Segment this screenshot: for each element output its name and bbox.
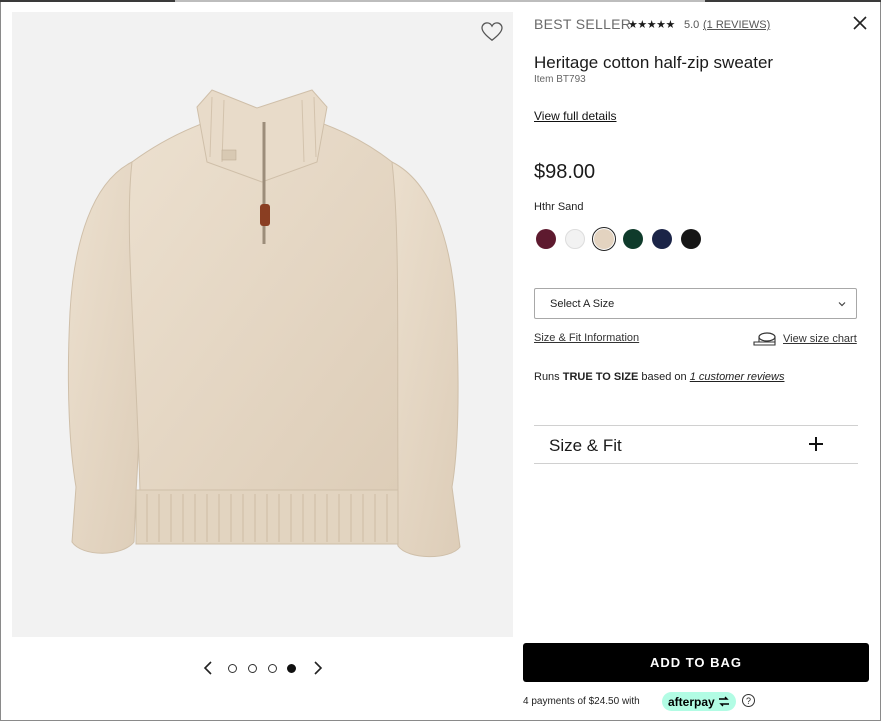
fit-summary: Runs TRUE TO SIZE based on 1 customer re… [534, 371, 784, 383]
gallery-dot-1[interactable] [228, 664, 237, 673]
rating-value: 5.0 [684, 19, 700, 31]
size-select-label: Select A Size [550, 298, 615, 310]
chevron-down-icon [838, 302, 846, 307]
gallery-dot-4[interactable] [287, 664, 296, 673]
size-select[interactable]: Select A Size [534, 288, 857, 319]
afterpay-arrows-icon [719, 696, 729, 707]
measuring-tape-icon [753, 332, 776, 346]
fit-summary-prefix: Runs [534, 371, 563, 383]
product-image [12, 12, 513, 637]
selected-color-name: Hthr Sand [534, 201, 584, 213]
next-image-arrow-icon[interactable] [311, 660, 325, 676]
swatch-green[interactable] [623, 229, 643, 249]
best-seller-badge: BEST SELLER [534, 16, 632, 32]
top-strip-highlight [175, 0, 705, 2]
size-fit-accordion-label: Size & Fit [549, 436, 622, 455]
swatch-sand[interactable] [592, 227, 616, 251]
item-number: Item BT793 [534, 74, 586, 85]
gallery-dot-3[interactable] [268, 664, 277, 673]
fit-summary-mid: based on [638, 371, 690, 383]
rating-stars-icon: ★★★★★ [628, 19, 675, 31]
add-to-bag-button[interactable]: ADD TO BAG [523, 643, 869, 682]
top-strip [0, 0, 881, 2]
help-icon[interactable]: ? [742, 694, 755, 707]
product-price: $98.00 [534, 161, 596, 183]
product-title: Heritage cotton half-zip sweater [534, 53, 774, 72]
swatch-black[interactable] [681, 229, 701, 249]
view-size-chart-label: View size chart [783, 333, 857, 345]
wishlist-heart-icon[interactable] [481, 22, 503, 42]
fit-summary-true-to-size: TRUE TO SIZE [562, 371, 639, 383]
customer-reviews-link[interactable]: 1 customer reviews [690, 371, 785, 383]
plus-icon [809, 437, 823, 451]
afterpay-logo: afterpay [668, 695, 715, 709]
close-icon[interactable] [852, 15, 868, 31]
swatch-white[interactable] [565, 229, 585, 249]
afterpay-badge[interactable]: afterpay [662, 692, 736, 711]
reviews-link[interactable]: (1 REVIEWS) [703, 19, 770, 31]
installments-text: 4 payments of $24.50 with [523, 696, 640, 707]
swatch-navy[interactable] [652, 229, 672, 249]
size-fit-information-link[interactable]: Size & Fit Information [534, 332, 639, 344]
size-fit-accordion[interactable]: Size & Fit [534, 425, 858, 464]
sweater-image [67, 89, 461, 558]
view-full-details-link[interactable]: View full details [534, 109, 617, 123]
gallery-dot-2[interactable] [248, 664, 257, 673]
gallery-pagination [198, 658, 328, 680]
swatch-burgundy[interactable] [536, 229, 556, 249]
prev-image-arrow-icon[interactable] [201, 660, 215, 676]
